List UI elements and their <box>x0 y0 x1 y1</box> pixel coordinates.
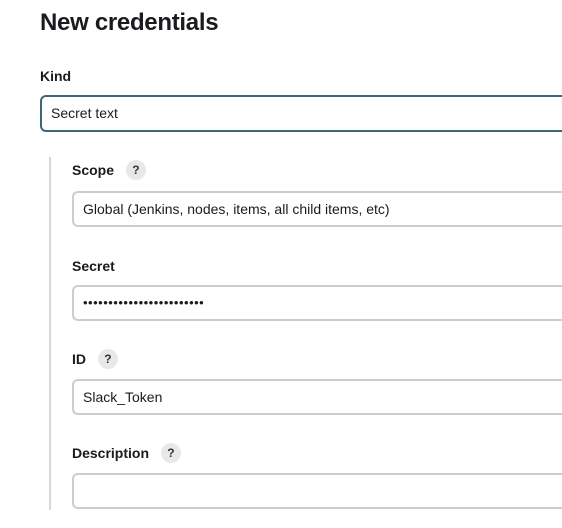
page-title: New credentials <box>40 9 219 36</box>
scope-help-icon[interactable]: ? <box>125 160 146 181</box>
kind-select[interactable]: Secret text <box>40 95 562 132</box>
kind-label: Kind <box>40 68 72 84</box>
description-label-row: Description ? <box>72 443 181 464</box>
scope-label-row: Scope ? <box>72 160 146 181</box>
id-label: ID <box>72 351 86 367</box>
id-input[interactable]: Slack_Token <box>72 379 562 415</box>
secret-input[interactable]: •••••••••••••••••••••••• <box>72 285 562 321</box>
id-help-icon[interactable]: ? <box>97 349 118 370</box>
description-help-icon[interactable]: ? <box>160 443 181 464</box>
section-divider <box>49 157 51 510</box>
new-credentials-page: New credentials Kind Secret text Scope ?… <box>0 0 562 528</box>
scope-select[interactable]: Global (Jenkins, nodes, items, all child… <box>72 191 562 227</box>
id-label-row: ID ? <box>72 349 118 370</box>
description-input[interactable] <box>72 473 562 509</box>
description-label: Description <box>72 445 150 461</box>
scope-label: Scope <box>72 162 115 178</box>
secret-label: Secret <box>72 258 115 274</box>
